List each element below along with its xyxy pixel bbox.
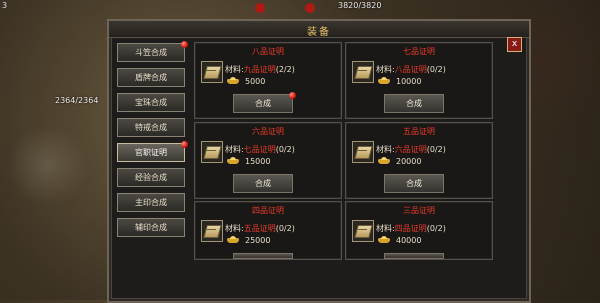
sidebar-item-douli[interactable]: 斗笠合成 xyxy=(117,41,188,62)
material-prefix: 材料: xyxy=(376,65,395,74)
player-hp-label: 2364/2364 xyxy=(55,96,99,105)
gold-cost: 20000 xyxy=(396,157,422,166)
sidebar-item-label: 斗笠合成 xyxy=(135,48,167,57)
close-button[interactable]: x xyxy=(507,37,522,52)
recipe-card: 四品证明 材料:五品证明(0/2) 25000 xyxy=(194,201,342,260)
corner-number: 3 xyxy=(2,1,8,10)
recipe-card: 六品证明 材料:七品证明(0/2) 15000 合成 xyxy=(194,122,342,199)
card-title: 四品证明 xyxy=(252,206,284,215)
combine-button[interactable]: 合成 xyxy=(233,92,296,113)
sidebar-item-label: 辅印合成 xyxy=(135,223,167,232)
material-label: 材料:九品证明(2/2) xyxy=(225,64,295,75)
material-count: (0/2) xyxy=(275,145,295,154)
red-dot-icon xyxy=(289,92,296,99)
sidebar-item-label: 经验合成 xyxy=(135,173,167,182)
material-label: 材料:七品证明(0/2) xyxy=(225,144,295,155)
combine-label: 合成 xyxy=(255,99,271,108)
combine-label: 合成 xyxy=(406,179,422,188)
material-prefix: 材料: xyxy=(376,145,395,154)
red-dot-icon xyxy=(181,41,188,48)
card-title: 八品证明 xyxy=(252,47,284,56)
red-orb-icon xyxy=(305,3,315,13)
material-count: (0/2) xyxy=(426,65,446,74)
sidebar-item-ring[interactable]: 特戒合成 xyxy=(117,118,185,137)
material-name: 九品证明 xyxy=(243,65,276,74)
material-name: 四品证明 xyxy=(394,224,427,233)
card-title: 七品证明 xyxy=(403,47,435,56)
material-count: (2/2) xyxy=(275,65,295,74)
combine-button[interactable] xyxy=(384,253,444,259)
red-dot-icon xyxy=(181,141,188,148)
gold-cost: 15000 xyxy=(245,157,271,166)
material-name: 八品证明 xyxy=(394,65,427,74)
sidebar-item-official-cert[interactable]: 官职证明 xyxy=(117,141,188,162)
material-label: 材料:六品证明(0/2) xyxy=(376,144,446,155)
sidebar-item-label: 盾牌合成 xyxy=(135,73,167,82)
combine-button[interactable]: 合成 xyxy=(233,174,293,193)
gold-cost: 40000 xyxy=(396,236,422,245)
equipment-panel: 装备 x 斗笠合成 盾牌合成 宝珠合成 特戒合成 官职证明 经验合成 主印合成 … xyxy=(107,19,531,303)
material-label: 材料:八品证明(0/2) xyxy=(376,64,446,75)
sidebar-item-exp[interactable]: 经验合成 xyxy=(117,168,185,187)
card-title: 三品证明 xyxy=(403,206,435,215)
material-prefix: 材料: xyxy=(225,65,244,74)
gold-ingot-icon xyxy=(227,77,239,84)
material-count: (0/2) xyxy=(426,145,446,154)
combine-label: 合成 xyxy=(255,179,271,188)
material-name: 六品证明 xyxy=(394,145,427,154)
recipe-card: 五品证明 材料:六品证明(0/2) 20000 合成 xyxy=(345,122,493,199)
combine-button[interactable]: 合成 xyxy=(384,174,444,193)
material-label: 材料:四品证明(0/2) xyxy=(376,223,446,234)
material-label: 材料:五品证明(0/2) xyxy=(225,223,295,234)
combine-button[interactable] xyxy=(233,253,293,259)
book-icon[interactable] xyxy=(201,141,223,163)
red-orb-icon xyxy=(255,3,265,13)
book-icon[interactable] xyxy=(201,61,223,83)
sidebar-item-label: 特戒合成 xyxy=(135,123,167,132)
sidebar-item-label: 宝珠合成 xyxy=(135,98,167,107)
material-prefix: 材料: xyxy=(225,224,244,233)
card-title: 六品证明 xyxy=(252,127,284,136)
gold-ingot-icon xyxy=(227,236,239,243)
recipe-card: 三品证明 材料:四品证明(0/2) 40000 xyxy=(345,201,493,260)
gold-ingot-icon xyxy=(378,77,390,84)
book-icon[interactable] xyxy=(352,141,374,163)
material-prefix: 材料: xyxy=(225,145,244,154)
gold-cost: 25000 xyxy=(245,236,271,245)
combine-button[interactable]: 合成 xyxy=(384,94,444,113)
book-icon[interactable] xyxy=(352,61,374,83)
material-name: 五品证明 xyxy=(243,224,276,233)
gold-cost: 10000 xyxy=(396,77,422,86)
book-icon[interactable] xyxy=(201,220,223,242)
gold-cost: 5000 xyxy=(245,77,266,86)
material-count: (0/2) xyxy=(275,224,295,233)
sidebar-item-label: 主印合成 xyxy=(135,198,167,207)
material-count: (0/2) xyxy=(426,224,446,233)
gold-ingot-icon xyxy=(227,157,239,164)
sidebar-item-label: 官职证明 xyxy=(135,148,167,157)
book-icon[interactable] xyxy=(352,220,374,242)
card-title: 五品证明 xyxy=(403,127,435,136)
sidebar: 斗笠合成 盾牌合成 宝珠合成 特戒合成 官职证明 经验合成 主印合成 辅印合成 xyxy=(117,41,188,243)
material-prefix: 材料: xyxy=(376,224,395,233)
gold-ingot-icon xyxy=(378,157,390,164)
panel-title-bar: 装备 xyxy=(109,21,529,38)
enemy-hp-label: 3820/3820 xyxy=(338,1,382,10)
sidebar-item-orb[interactable]: 宝珠合成 xyxy=(117,93,185,112)
recipe-card: 七品证明 材料:八品证明(0/2) 10000 合成 xyxy=(345,42,493,119)
sidebar-item-sub-seal[interactable]: 辅印合成 xyxy=(117,218,185,237)
recipe-card: 八品证明 材料:九品证明(2/2) 5000 合成 xyxy=(194,42,342,119)
panel-title: 装备 xyxy=(307,27,331,38)
sidebar-item-main-seal[interactable]: 主印合成 xyxy=(117,193,185,212)
gold-ingot-icon xyxy=(378,236,390,243)
material-name: 七品证明 xyxy=(243,145,276,154)
sidebar-item-shield[interactable]: 盾牌合成 xyxy=(117,68,185,87)
combine-label: 合成 xyxy=(406,99,422,108)
